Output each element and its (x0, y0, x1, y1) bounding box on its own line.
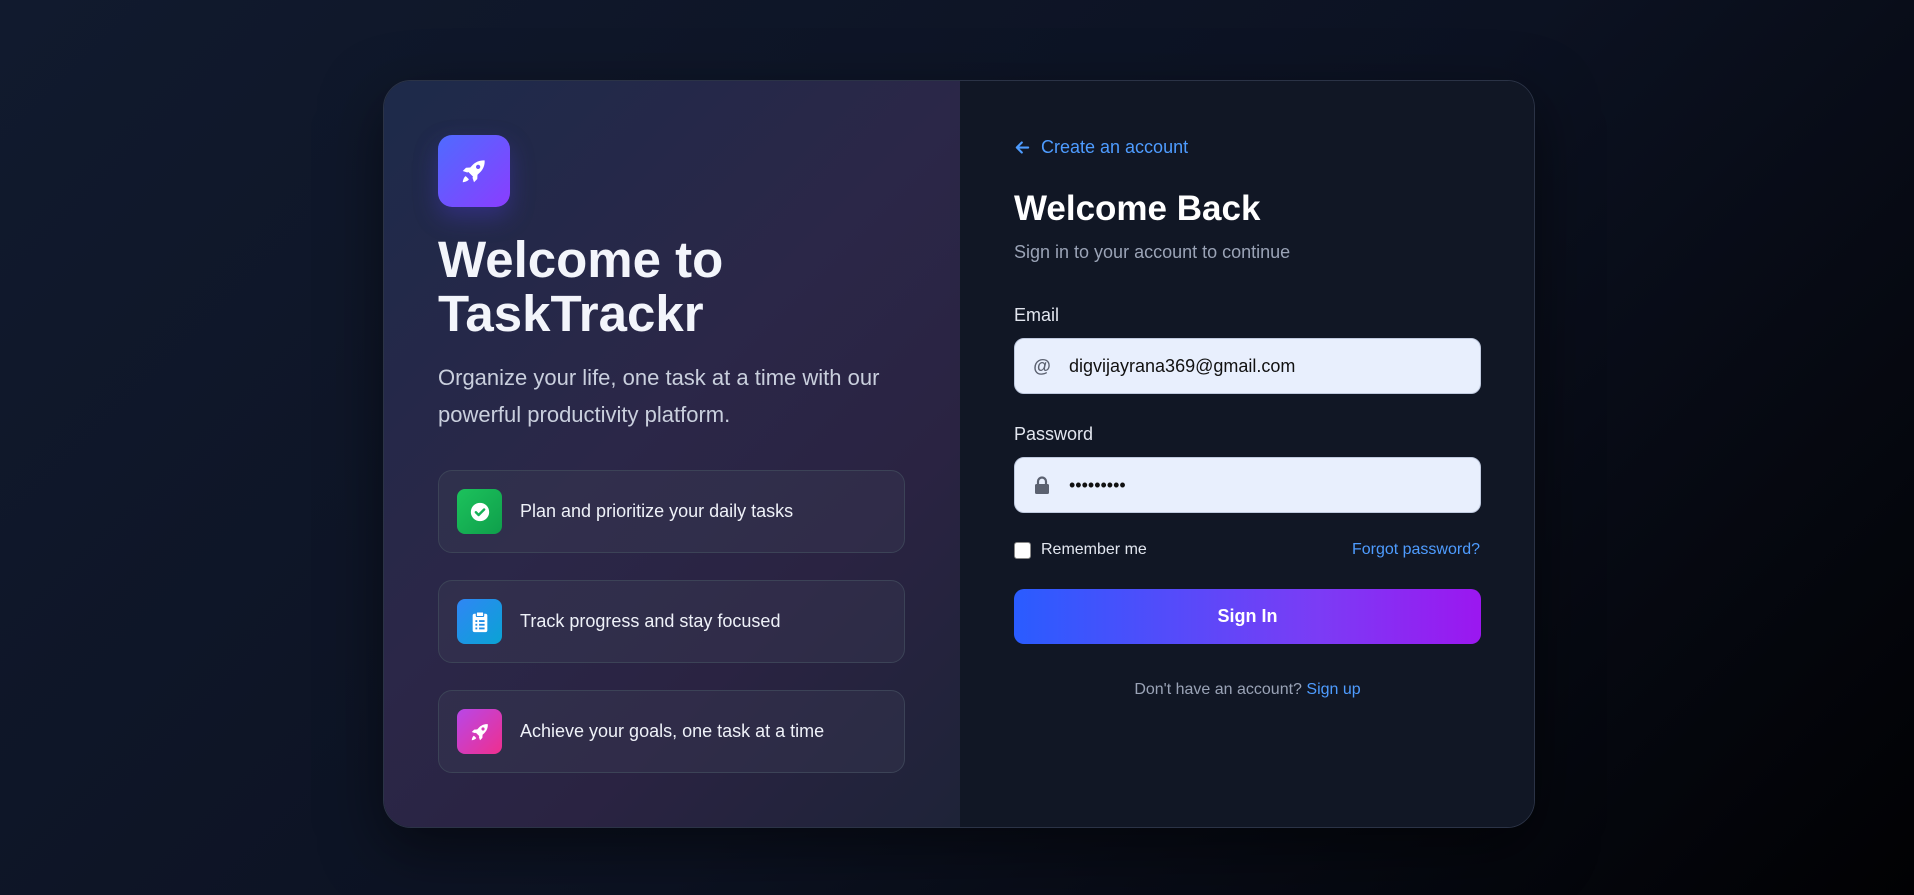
feature-label: Track progress and stay focused (520, 611, 781, 631)
feature-card-achieve: Achieve your goals, one task at a time (438, 690, 905, 773)
hero-subtitle: Organize your life, one task at a time w… (438, 365, 880, 427)
create-account-link[interactable]: Create an account (1014, 137, 1188, 158)
signin-subtitle: Sign in to your account to continue (1014, 242, 1291, 262)
hero-title: Welcome to TaskTrackr (438, 231, 724, 342)
forgot-password-link[interactable]: Forgot password? (1352, 541, 1480, 559)
feature-icon-box (457, 709, 502, 754)
signup-link[interactable]: Sign up (1306, 681, 1360, 698)
feature-icon-box (457, 489, 502, 534)
password-field-wrapper (1014, 457, 1481, 513)
signin-panel: Create an account Welcome Back Sign in t… (960, 81, 1534, 827)
rocket-icon (462, 160, 485, 183)
email-label: Email (1014, 305, 1060, 325)
signin-button[interactable]: Sign In (1014, 589, 1481, 644)
password-field[interactable] (1069, 458, 1469, 512)
app-logo (438, 135, 510, 207)
login-card: Welcome to TaskTrackr Organize your life… (383, 80, 1535, 828)
feature-label: Achieve your goals, one task at a time (520, 721, 825, 741)
feature-card-plan: Plan and prioritize your daily tasks (438, 470, 905, 553)
remember-me-label: Remember me (1041, 541, 1147, 558)
feature-label: Plan and prioritize your daily tasks (520, 501, 794, 521)
clipboard-icon (472, 610, 487, 632)
email-field-wrapper: @ (1014, 338, 1481, 394)
welcome-panel: Welcome to TaskTrackr Organize your life… (384, 81, 960, 827)
feature-icon-box (457, 599, 502, 644)
signup-row: Don't have an account? Sign up (1014, 681, 1481, 699)
remember-me-option[interactable]: Remember me (1014, 541, 1147, 559)
check-circle-icon (470, 502, 489, 521)
signup-prompt: Don't have an account? (1134, 681, 1302, 698)
rocket-icon (471, 723, 488, 740)
remember-me-checkbox[interactable] (1014, 541, 1031, 559)
at-sign-icon: @ (1033, 355, 1051, 376)
arrow-left-icon (1015, 141, 1030, 154)
create-account-label: Create an account (1041, 137, 1189, 157)
signin-title: Welcome Back (1014, 189, 1261, 228)
lock-icon (1015, 476, 1069, 494)
feature-card-track: Track progress and stay focused (438, 580, 905, 663)
password-label: Password (1014, 424, 1094, 444)
email-field[interactable] (1069, 339, 1469, 393)
